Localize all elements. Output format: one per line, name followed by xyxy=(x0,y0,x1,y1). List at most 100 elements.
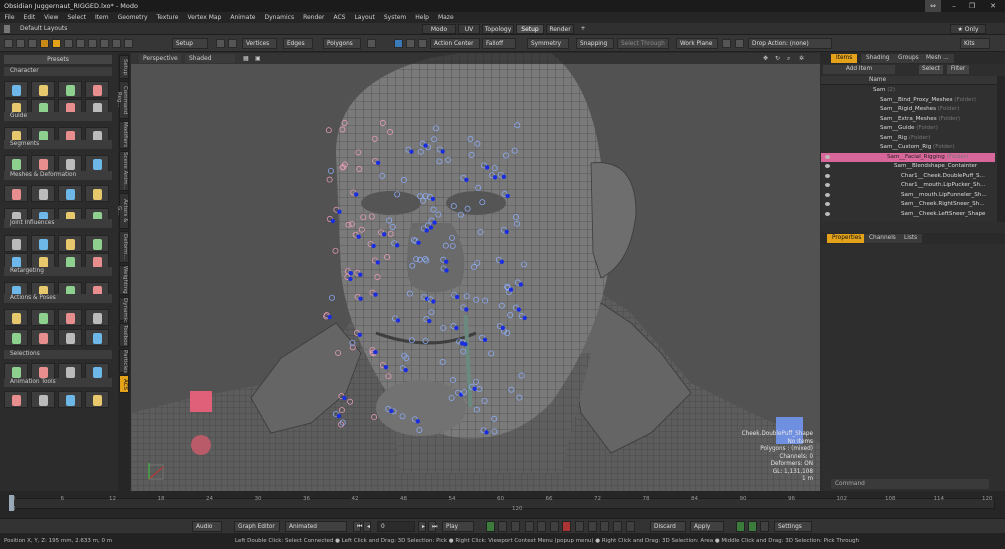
visibility-eye-icon[interactable] xyxy=(825,211,830,216)
menu-system[interactable]: System xyxy=(379,14,410,21)
filter-button[interactable]: Filter xyxy=(947,65,969,74)
bounding-box-icon[interactable] xyxy=(112,39,121,48)
viewport-canvas[interactable] xyxy=(131,53,820,491)
pin-icon[interactable] xyxy=(64,39,73,48)
visibility-eye-icon[interactable] xyxy=(825,164,830,168)
rig-tool-button[interactable] xyxy=(31,329,55,346)
rig-tool-button[interactable] xyxy=(58,81,82,98)
item-select-icon[interactable] xyxy=(216,39,225,48)
apply-button[interactable]: Apply xyxy=(690,521,724,532)
section-meshes-deformation[interactable]: Meshes & Deformation xyxy=(4,171,112,180)
tab-render[interactable]: Render xyxy=(546,24,574,34)
tab-topology[interactable]: Topology xyxy=(482,24,514,34)
add-layout-tab-button[interactable]: + xyxy=(577,24,589,34)
vtab-scene-anim-[interactable]: Scene Anim... xyxy=(119,151,129,191)
rig-tool-button[interactable] xyxy=(58,329,82,346)
item-mode-icon[interactable] xyxy=(40,39,49,48)
transform-space-icon[interactable] xyxy=(418,39,427,48)
rig-tool-button[interactable] xyxy=(4,309,28,326)
vtab-actors-g-[interactable]: Actors & G... xyxy=(116,193,129,229)
minimize-button[interactable]: – xyxy=(946,0,962,12)
menu-help[interactable]: Help xyxy=(411,14,434,21)
rig-tool-button[interactable] xyxy=(85,155,109,172)
rig-tool-button[interactable] xyxy=(85,309,109,326)
item-tree-row[interactable]: Sam__Guide (Folder) xyxy=(821,124,995,133)
zoom-icon[interactable]: ⌕ xyxy=(783,54,791,63)
render-icon[interactable] xyxy=(735,39,744,48)
section-retargeting[interactable]: Retargeting xyxy=(4,267,112,276)
last-frame-button[interactable]: ⏭ xyxy=(428,521,437,532)
vtab-deform-[interactable]: Deform... xyxy=(119,231,129,263)
vtab-particles[interactable]: Particles xyxy=(119,349,129,373)
tab-properties[interactable]: Properties xyxy=(827,234,867,243)
layout-selector[interactable]: Default Layouts xyxy=(20,24,67,34)
item-tree-row[interactable]: Sam__Rig (Folder) xyxy=(821,134,995,143)
menu-animate[interactable]: Animate xyxy=(226,14,260,21)
visibility-eye-icon[interactable] xyxy=(825,173,830,178)
stop-icon[interactable] xyxy=(760,521,769,532)
vtab-weighting[interactable]: Weighting xyxy=(119,265,129,295)
snap-grid-icon[interactable] xyxy=(394,39,403,48)
item-tree-row[interactable]: Sam__Cheek.LeftSneer_Shape xyxy=(821,210,995,219)
view-type-dropdown[interactable]: Perspective xyxy=(139,54,181,63)
rig-tool-button[interactable] xyxy=(58,391,82,408)
menu-acs[interactable]: ACS xyxy=(329,14,350,21)
symmetry-button[interactable]: Symmetry xyxy=(527,38,569,49)
wireframe-icon[interactable]: ▣ xyxy=(251,54,261,63)
polygons-mode-button[interactable]: Polygons xyxy=(323,38,361,49)
viewport-options-icon[interactable] xyxy=(722,39,731,48)
link-icon[interactable] xyxy=(406,39,415,48)
rig-tool-button[interactable] xyxy=(4,235,28,252)
rig-tool-button[interactable] xyxy=(4,329,28,346)
settings-button[interactable]: Settings xyxy=(774,521,812,532)
menu-texture[interactable]: Texture xyxy=(152,14,183,21)
item-tree-row[interactable]: Sam__Blendshape_Containter xyxy=(821,162,995,171)
menu-maze[interactable]: Maze xyxy=(433,14,458,21)
menu-vertex-map[interactable]: Vertex Map xyxy=(183,14,226,21)
tab-groups[interactable]: Groups xyxy=(893,54,924,63)
rig-tool-button[interactable] xyxy=(31,235,55,252)
item-tree-row[interactable]: Sam__Bind_Proxy_Meshes (Folder) xyxy=(821,96,995,105)
vtab-setup[interactable]: Setup xyxy=(119,55,129,79)
section-actions-poses[interactable]: Actions & Poses xyxy=(4,294,112,303)
visibility-eye-icon[interactable] xyxy=(825,154,830,159)
element-move-icon[interactable] xyxy=(100,39,109,48)
next-key-button[interactable]: ▸ xyxy=(418,521,426,532)
presets-button[interactable]: Presets xyxy=(4,55,112,64)
rig-tool-button[interactable] xyxy=(31,81,55,98)
prev-keyframe-icon[interactable] xyxy=(525,521,534,532)
vtab-acs[interactable]: ACS xyxy=(119,375,129,393)
play-button[interactable]: Play xyxy=(442,521,474,532)
falloff-button[interactable]: Falloff xyxy=(482,38,516,49)
menu-edit[interactable]: Edit xyxy=(19,14,40,21)
rig-tool-button[interactable] xyxy=(31,309,55,326)
visibility-eye-icon[interactable] xyxy=(825,192,830,197)
rig-tool-button[interactable] xyxy=(31,391,55,408)
discard-button[interactable]: Discard xyxy=(650,521,686,532)
item-tree-row[interactable]: Sam__Rigid_Meshes (Folder) xyxy=(821,105,995,114)
add-item-dropdown[interactable]: Add Item xyxy=(823,65,895,74)
graph-editor-button[interactable]: Graph Editor xyxy=(234,521,280,532)
section-character[interactable]: Character xyxy=(4,67,112,76)
rig-tool-button[interactable] xyxy=(58,309,82,326)
rig-tool-button[interactable] xyxy=(85,329,109,346)
prev-key-button[interactable]: ◂ xyxy=(363,521,371,532)
menu-item[interactable]: Item xyxy=(90,14,113,21)
channel-key-icon[interactable] xyxy=(626,521,635,532)
key-icon[interactable] xyxy=(486,521,495,532)
grid-toggle-icon[interactable]: ▦ xyxy=(239,54,249,63)
tab-lists[interactable]: Lists xyxy=(899,234,923,243)
rig-tool-button[interactable] xyxy=(85,185,109,202)
rig-tool-button[interactable] xyxy=(4,185,28,202)
transform-icon[interactable] xyxy=(76,39,85,48)
select-button[interactable]: Select xyxy=(919,65,943,74)
item-tree-row[interactable]: Char1__Cheek.DoublePuff_S... xyxy=(821,172,995,181)
play-forward-icon[interactable] xyxy=(736,521,745,532)
menu-view[interactable]: View xyxy=(40,14,63,21)
rotate-tool-icon[interactable] xyxy=(28,39,37,48)
rig-tool-button[interactable] xyxy=(31,155,55,172)
menu-layout[interactable]: Layout xyxy=(350,14,379,21)
rig-tool-button[interactable] xyxy=(58,185,82,202)
command-input[interactable]: Command xyxy=(831,479,989,489)
item-tree-row[interactable]: Char1__mouth.LipPucker_Sh... xyxy=(821,181,995,190)
